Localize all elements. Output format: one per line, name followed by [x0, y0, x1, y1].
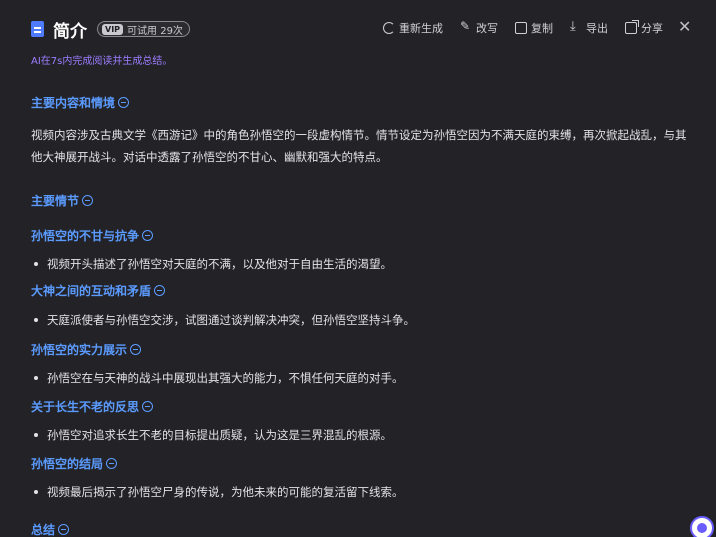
- share-icon: [625, 20, 639, 34]
- regenerate-button[interactable]: 重新生成: [383, 20, 443, 36]
- rewrite-button[interactable]: 改写: [460, 19, 498, 36]
- section-heading-main-plot: 主要情节: [31, 192, 94, 209]
- vip-trial-badge[interactable]: VIP 可试用 29次: [97, 21, 190, 37]
- plot-bullet-4: 孙悟空对追求长生不老的目标提出质疑，认为这是三界混乱的根源。: [31, 427, 392, 443]
- vip-tag: VIP: [102, 23, 124, 35]
- heading-text: 总结: [31, 523, 56, 537]
- citation-icon[interactable]: [154, 285, 166, 296]
- ai-generation-note: AI在7s内完成阅读并生成总结。: [31, 56, 173, 67]
- citation-icon[interactable]: [106, 458, 118, 469]
- plot-heading-4: 关于长生不老的反思: [31, 398, 154, 415]
- heading-text: 孙悟空的结局: [31, 457, 104, 471]
- heading-text: 主要内容和情境: [31, 96, 116, 110]
- copy-label: 复制: [531, 22, 553, 35]
- main-content-paragraph: 视频内容涉及古典文学《西游记》中的角色孙悟空的一段虚构情节。情节设定为孙悟空因为…: [31, 128, 687, 164]
- document-icon: [31, 21, 44, 37]
- plot-heading-1: 孙悟空的不甘与抗争: [31, 227, 154, 244]
- citation-icon[interactable]: [58, 524, 70, 535]
- plot-bullet-5: 视频最后揭示了孙悟空尸身的传说，为他未来的可能的复活留下线索。: [31, 484, 404, 500]
- plot-bullet-1: 视频开头描述了孙悟空对天庭的不满，以及他对于自由生活的渴望。: [31, 256, 392, 272]
- assistant-avatar-icon[interactable]: [690, 516, 714, 537]
- citation-icon[interactable]: [118, 97, 130, 108]
- copy-button[interactable]: 复制: [515, 20, 553, 36]
- plot-bullet-3: 孙悟空在与天神的战斗中展现出其强大的能力，不惧任何天庭的对手。: [31, 370, 404, 386]
- citation-icon[interactable]: [142, 230, 154, 241]
- citation-icon[interactable]: [142, 401, 154, 412]
- citation-icon[interactable]: [130, 344, 142, 355]
- plot-heading-5: 孙悟空的结局: [31, 455, 118, 472]
- close-icon[interactable]: ✕: [678, 17, 691, 36]
- download-icon: [570, 19, 582, 34]
- section-heading-main-content: 主要内容和情境: [31, 94, 130, 111]
- refresh-icon: [383, 22, 395, 34]
- rewrite-label: 改写: [476, 22, 498, 35]
- toolbar-actions: 重新生成 改写 复制 导出 分享: [383, 19, 680, 36]
- heading-text: 大神之间的互动和矛盾: [31, 284, 152, 298]
- copy-icon: [515, 22, 527, 34]
- heading-text: 孙悟空的不甘与抗争: [31, 229, 140, 243]
- regenerate-label: 重新生成: [399, 22, 443, 35]
- citation-icon[interactable]: [82, 195, 94, 206]
- panel-title: 简介: [53, 22, 87, 42]
- plot-bullet-2: 天庭派使者与孙悟空交涉，试图通过谈判解决冲突，但孙悟空坚持斗争。: [31, 312, 415, 328]
- export-button[interactable]: 导出: [570, 19, 608, 36]
- heading-text: 孙悟空的实力展示: [31, 343, 128, 357]
- plot-heading-2: 大神之间的互动和矛盾: [31, 282, 166, 299]
- section-heading-summary: 总结: [31, 521, 70, 537]
- heading-text: 关于长生不老的反思: [31, 400, 140, 414]
- trial-count-text: 可试用 29次: [127, 25, 183, 37]
- summary-panel: 简介 VIP 可试用 29次 重新生成 改写 复制 导出: [0, 0, 716, 537]
- pen-icon: [460, 19, 472, 34]
- heading-text: 主要情节: [31, 194, 80, 208]
- export-label: 导出: [586, 22, 608, 35]
- share-button[interactable]: 分享: [625, 20, 663, 36]
- plot-heading-3: 孙悟空的实力展示: [31, 341, 142, 358]
- panel-header: 简介 VIP 可试用 29次 重新生成 改写 复制 导出: [0, 0, 716, 56]
- share-label: 分享: [641, 22, 663, 35]
